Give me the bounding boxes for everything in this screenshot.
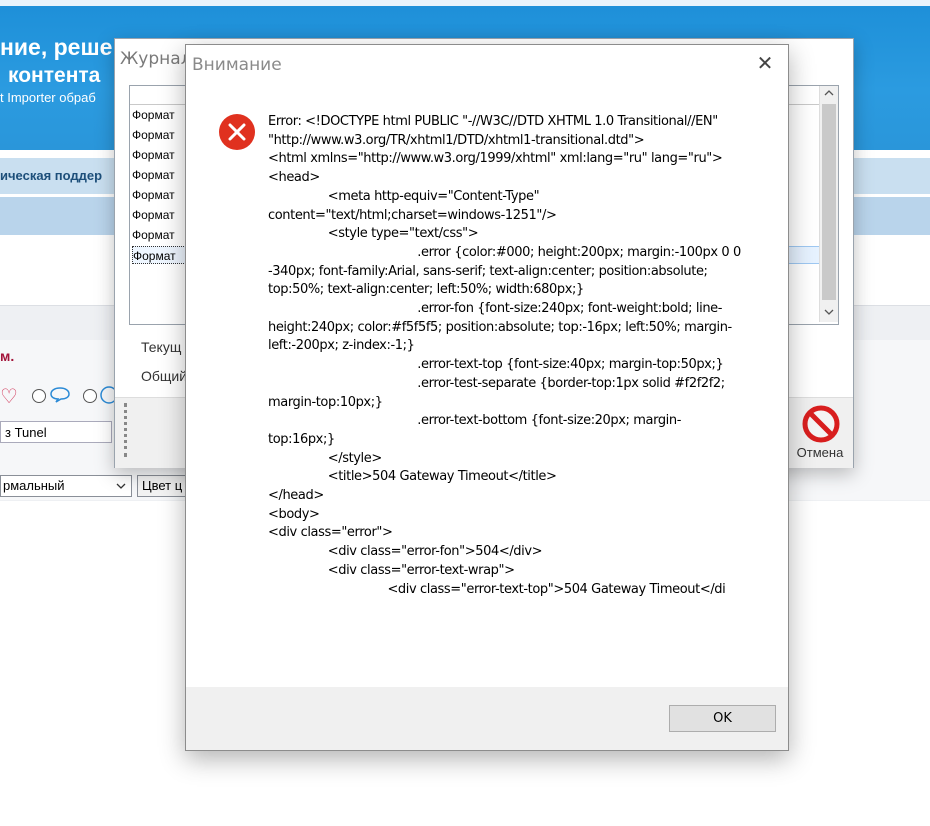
nav-link-support[interactable]: ическая поддер: [0, 168, 102, 183]
list-item[interactable]: Формат: [132, 206, 187, 224]
size-select-value: рмальный: [3, 478, 65, 493]
close-icon[interactable]: ✕: [749, 50, 781, 76]
list-item[interactable]: Формат: [132, 106, 187, 124]
icon-radio-1[interactable]: [32, 389, 46, 403]
grip-divider: [124, 403, 128, 457]
alert-body: Error: <!DOCTYPE html PUBLIC "-//W3C//DT…: [186, 83, 788, 687]
chevron-down-icon: [115, 476, 127, 503]
speech-bubble-icon: [50, 386, 70, 409]
alert-titlebar[interactable]: Внимание ✕: [186, 45, 788, 83]
journal-scrollbar[interactable]: [819, 86, 838, 322]
list-item[interactable]: Формат: [132, 126, 187, 144]
error-icon: [219, 114, 255, 150]
size-select[interactable]: рмальный: [0, 475, 132, 497]
color-select[interactable]: Цвет ц: [137, 475, 187, 497]
alert-dialog: Внимание ✕ Error: <!DOCTYPE html PUBLIC …: [185, 44, 789, 751]
scrollbar-thumb[interactable]: [822, 104, 836, 300]
scroll-up-icon[interactable]: [824, 88, 834, 101]
alert-dialog-title: Внимание: [192, 55, 282, 75]
post-author-text: м.: [0, 348, 15, 364]
scroll-down-icon[interactable]: [824, 307, 834, 320]
heart-icon[interactable]: ♡: [0, 384, 18, 408]
cancel-button-label: Отмена: [796, 445, 844, 460]
list-item[interactable]: Формат: [132, 146, 187, 164]
list-item[interactable]: Формат: [132, 226, 187, 244]
cancel-button[interactable]: Отмена: [790, 401, 850, 463]
ok-button[interactable]: OK: [669, 705, 776, 732]
page-heading-line2: контента: [8, 64, 101, 87]
stop-sign-icon: [802, 405, 840, 443]
page-heading-line1: ние, реше: [0, 34, 113, 60]
list-item[interactable]: Формат: [132, 166, 187, 184]
page-subtitle: t Importer обраб: [0, 90, 96, 105]
list-item[interactable]: Формат: [132, 186, 187, 204]
post-icon-text-input[interactable]: з Tunel: [0, 421, 112, 443]
header-top-strip: [0, 0, 930, 6]
error-message-text: Error: <!DOCTYPE html PUBLIC "-//W3C//DT…: [268, 114, 741, 597]
icon-radio-2[interactable]: [83, 389, 97, 403]
current-progress-label: Текущ: [141, 339, 182, 355]
total-progress-label: Общий: [141, 368, 188, 384]
list-item-selected[interactable]: Формат: [132, 246, 192, 264]
journal-dialog-title: Журнал: [120, 49, 192, 69]
